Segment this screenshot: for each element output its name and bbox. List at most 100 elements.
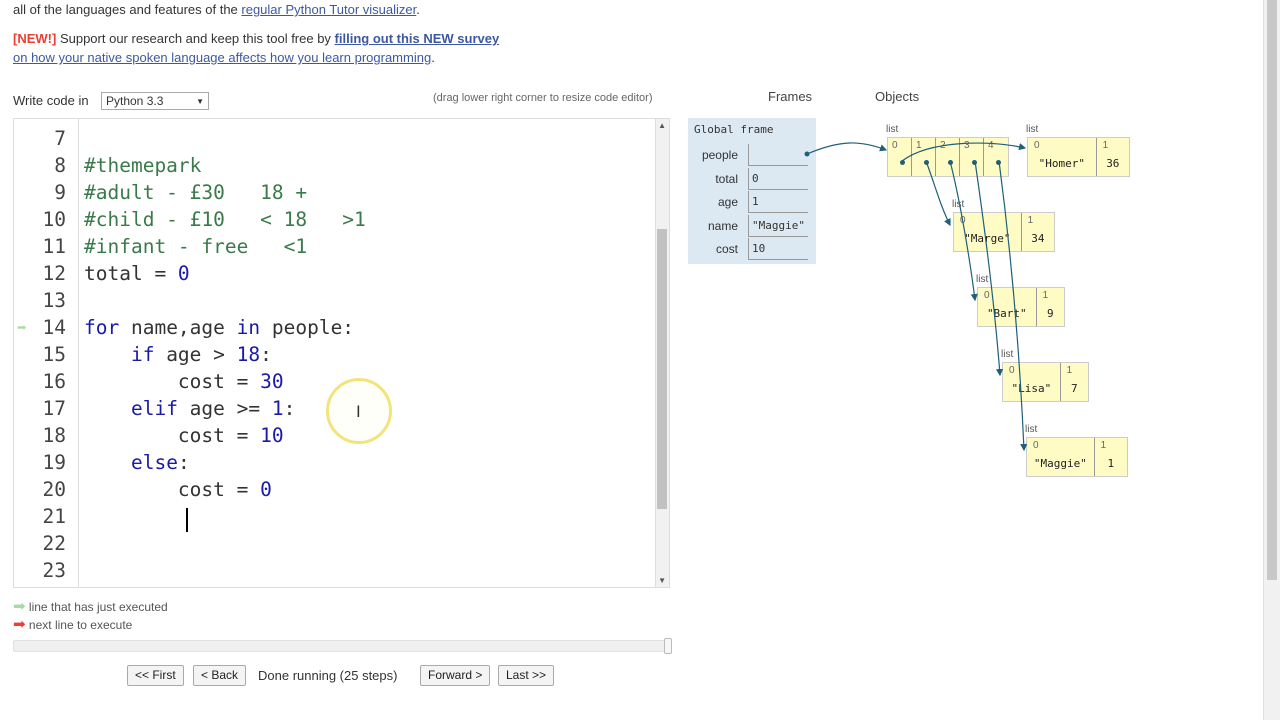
code-line[interactable]: 19 else: bbox=[14, 449, 654, 476]
survey-language-link[interactable]: on how your native spoken language affec… bbox=[13, 50, 431, 65]
scroll-down-icon[interactable]: ▼ bbox=[658, 576, 666, 585]
survey-line-2: on how your native spoken language affec… bbox=[13, 50, 435, 66]
tuple-name-cell: 0 "Bart" bbox=[978, 288, 1037, 326]
green-arrow-icon: ➡ bbox=[13, 598, 26, 615]
cell-index: 0 bbox=[960, 215, 966, 226]
code-line[interactable]: 13 bbox=[14, 287, 654, 314]
tuple-3-arrow bbox=[974, 160, 1004, 377]
regular-visualizer-link[interactable]: regular Python Tutor visualizer bbox=[241, 2, 416, 17]
code-text: #themepark bbox=[84, 154, 202, 177]
line-number: 16 bbox=[42, 370, 66, 393]
variable-name: name bbox=[707, 218, 738, 233]
variable-name: total bbox=[715, 171, 738, 186]
forward-button[interactable]: Forward > bbox=[420, 665, 491, 686]
pointer-dot bbox=[996, 160, 1001, 165]
code-text: total = 0 bbox=[84, 262, 190, 285]
line-number: 12 bbox=[42, 262, 66, 285]
step-slider-handle[interactable] bbox=[664, 638, 672, 654]
step-slider[interactable] bbox=[13, 638, 672, 654]
cell-index: 0 bbox=[984, 290, 990, 301]
list-cell: 4 bbox=[984, 138, 1008, 176]
language-select[interactable]: Python 3.3 ▼ bbox=[101, 92, 209, 110]
code-line[interactable]: 23 bbox=[14, 557, 654, 584]
code-line[interactable]: 9 #adult - £30 18 + bbox=[14, 179, 654, 206]
code-line[interactable]: 8 #themepark bbox=[14, 152, 654, 179]
red-arrow-icon: ➡ bbox=[13, 616, 26, 633]
frame-variable-age: age 1 bbox=[688, 191, 816, 214]
ibeam-cursor-icon: I bbox=[356, 402, 361, 421]
line-number: 21 bbox=[42, 505, 66, 528]
cell-value: 34 bbox=[1031, 232, 1045, 245]
cell-index: 4 bbox=[988, 140, 994, 151]
survey-link[interactable]: filling out this NEW survey bbox=[335, 31, 500, 46]
list-cell: 0 bbox=[888, 138, 912, 176]
executed-line-arrow-icon: ➡ bbox=[17, 318, 27, 337]
list-cell: 1 bbox=[912, 138, 936, 176]
tuple-age-cell: 19 bbox=[1037, 288, 1064, 326]
survey-line-1: [NEW!] Support our research and keep thi… bbox=[13, 31, 499, 47]
frame-variable-people: people bbox=[688, 144, 816, 167]
code-text: for name,age in people: bbox=[84, 316, 355, 339]
tuple-name-cell: 0 "Maggie" bbox=[1027, 438, 1095, 476]
code-line[interactable]: 22 bbox=[14, 530, 654, 557]
intro-text: all of the languages and features of the bbox=[13, 2, 242, 17]
global-frame: Global frame people total 0 age 1 name "Maggie… bbox=[688, 118, 816, 264]
first-button[interactable]: << First bbox=[127, 665, 184, 686]
cell-index: 0 bbox=[1034, 140, 1040, 151]
variable-value: 1 bbox=[748, 191, 808, 213]
line-number: 15 bbox=[42, 343, 66, 366]
people-pointer-arrow bbox=[806, 142, 888, 155]
code-line[interactable]: 7 bbox=[14, 125, 654, 152]
outer-list: 0 1 2 3 4 bbox=[887, 137, 1009, 177]
line-number: 18 bbox=[42, 424, 66, 447]
code-line[interactable]: 21 bbox=[14, 503, 654, 530]
line-number: 7 bbox=[54, 127, 66, 150]
list-cell: 2 bbox=[936, 138, 960, 176]
tuple-2: 0 "Bart" 1 9 bbox=[977, 287, 1065, 327]
line-number: 10 bbox=[42, 208, 66, 231]
execution-status: Done running (25 steps) bbox=[258, 668, 398, 683]
code-text: cost = 30 bbox=[84, 370, 284, 393]
tuple-label: list bbox=[1026, 124, 1039, 135]
objects-header: Objects bbox=[875, 89, 920, 104]
legend-next: ➡ next line to execute bbox=[13, 615, 132, 633]
list-cell: 3 bbox=[960, 138, 984, 176]
code-line[interactable]: 20 cost = 0 bbox=[14, 476, 654, 503]
back-button[interactable]: < Back bbox=[193, 665, 247, 686]
cell-index: 0 bbox=[1009, 365, 1015, 376]
last-button[interactable]: Last >> bbox=[498, 665, 555, 686]
frame-variable-cost: cost 10 bbox=[688, 238, 816, 261]
code-line[interactable]: 14 for name,age in people: ➡ bbox=[14, 314, 654, 341]
line-number: 11 bbox=[42, 235, 66, 258]
tuple-name-cell: 0 "Homer" bbox=[1028, 138, 1097, 176]
code-line[interactable]: 15 if age > 18: bbox=[14, 341, 654, 368]
page-scroll-thumb[interactable] bbox=[1267, 0, 1277, 580]
cell-value: 7 bbox=[1071, 382, 1078, 395]
cell-index: 0 bbox=[1033, 440, 1039, 451]
resize-hint: (drag lower right corner to resize code … bbox=[433, 92, 653, 104]
cell-index: 0 bbox=[892, 140, 898, 151]
code-line[interactable]: 12 total = 0 bbox=[14, 260, 654, 287]
legend-executed-label: line that has just executed bbox=[28, 600, 168, 614]
tuple-label: list bbox=[952, 199, 965, 210]
code-editor[interactable]: 7 8 #themepark 9 #adult - £30 18 + 10 #child -… bbox=[13, 118, 670, 588]
editor-scroll-thumb[interactable] bbox=[657, 229, 667, 509]
code-line[interactable]: 10 #child - £10 < 18 >1 bbox=[14, 206, 654, 233]
tuple-4: 0 "Maggie" 1 1 bbox=[1026, 437, 1128, 477]
tuple-name-cell: 0 "Marge" bbox=[954, 213, 1022, 251]
editor-scrollbar[interactable]: ▲ ▼ bbox=[655, 119, 669, 587]
code-text: #infant - free <1 bbox=[84, 235, 308, 258]
page-scrollbar[interactable] bbox=[1263, 0, 1280, 720]
tuple-3: 0 "Lisa" 1 7 bbox=[1002, 362, 1089, 402]
scroll-up-icon[interactable]: ▲ bbox=[658, 121, 666, 130]
code-text: elif age >= 1: bbox=[130, 397, 296, 420]
variable-value bbox=[748, 144, 808, 166]
legend-next-label: next line to execute bbox=[28, 618, 133, 632]
line-number: 20 bbox=[42, 478, 66, 501]
code-text: if age > 18: bbox=[130, 343, 272, 366]
legend-executed: ➡ line that has just executed bbox=[13, 597, 168, 615]
code-text: else: bbox=[130, 451, 190, 474]
code-line[interactable]: 11 #infant - free <1 bbox=[14, 233, 654, 260]
cell-value: "Maggie" bbox=[1033, 457, 1087, 470]
cell-value: 9 bbox=[1047, 307, 1054, 320]
